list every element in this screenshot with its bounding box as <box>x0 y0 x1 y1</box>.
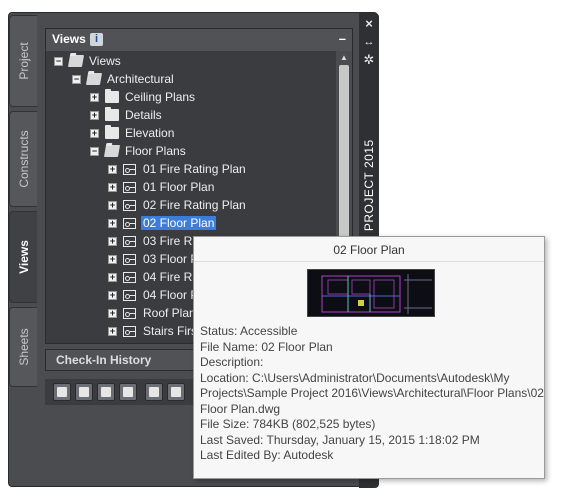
expand-icon[interactable]: + <box>90 129 99 138</box>
folder-icon <box>105 125 119 139</box>
tooltip-detail-line: Floor Plan.dwg <box>200 401 281 416</box>
collapse-node-icon[interactable]: − <box>90 147 99 156</box>
expand-icon[interactable]: + <box>108 273 117 282</box>
view-icon <box>123 164 136 175</box>
view-icon <box>123 308 136 319</box>
tree-row[interactable]: +02 Floor Plan <box>46 215 336 233</box>
folder-open-icon <box>67 55 85 67</box>
collapse-node-icon[interactable]: − <box>54 57 63 66</box>
tree-row[interactable]: +01 Fire Rating Plan <box>46 161 336 179</box>
tree-item-label[interactable]: Ceiling Plans <box>125 90 195 104</box>
tree-row[interactable]: + Details <box>46 107 336 125</box>
tooltip-detail-line: Last Edited By: Autodesk <box>200 448 334 462</box>
autohide-icon[interactable]: ↔ <box>362 35 376 49</box>
view-icon <box>123 182 136 193</box>
tab-sheets-label: Sheets <box>16 328 31 366</box>
tree-row[interactable]: + Elevation <box>46 125 336 143</box>
tree-item-label[interactable]: 01 Fire Rating Plan <box>143 162 246 176</box>
expand-icon[interactable]: + <box>108 327 117 336</box>
tree-item-label[interactable]: Elevation <box>125 126 174 140</box>
tree-item-label[interactable]: 02 Floor Plan <box>141 216 217 230</box>
tooltip-title: 02 Floor Plan <box>333 243 405 257</box>
tree-item-label[interactable]: Roof Plan <box>143 306 196 320</box>
tree-item-label[interactable]: Details <box>125 108 162 122</box>
tooltip-detail-line: File Name: 02 Floor Plan <box>200 339 333 354</box>
regenerate-icon[interactable] <box>97 383 115 401</box>
expand-icon[interactable]: + <box>108 291 117 300</box>
tooltip-detail-line: Description: <box>200 355 264 369</box>
folder-open-icon <box>85 73 103 85</box>
table-icon[interactable] <box>167 383 185 401</box>
tooltip-detail-line: Location: C:\Users\Administrator\Documen… <box>200 370 510 385</box>
tab-constructs-label: Constructs <box>16 130 31 188</box>
tree-item-label[interactable]: 02 Fire Rating Plan <box>143 198 246 212</box>
tree-row[interactable]: − Views <box>46 53 336 71</box>
view-icon <box>123 236 136 247</box>
expand-icon[interactable]: + <box>108 255 117 264</box>
expand-icon[interactable]: + <box>90 93 99 102</box>
expand-icon[interactable]: + <box>90 111 99 120</box>
checkin-history-label: Check-In History <box>56 353 152 367</box>
scroll-thumb[interactable] <box>339 65 349 255</box>
tree-row[interactable]: +01 Floor Plan <box>46 179 336 197</box>
tooltip-detail-line: Projects\Sample Project 2016\Views\Archi… <box>200 386 544 400</box>
close-icon[interactable]: × <box>362 17 376 31</box>
tooltip-detail-line: Status: Accessible <box>200 324 298 338</box>
tree-item-label[interactable]: Architectural <box>107 72 174 86</box>
expand-icon[interactable]: + <box>108 237 117 246</box>
folder-open-icon <box>103 145 121 157</box>
tab-project-label: Project <box>16 42 31 80</box>
view-icon <box>123 218 136 229</box>
collapse-icon[interactable]: – <box>339 31 346 46</box>
views-panel-title: Views <box>52 32 86 46</box>
expand-icon[interactable]: + <box>108 165 117 174</box>
info-icon[interactable]: i <box>90 33 103 46</box>
collapse-node-icon[interactable]: − <box>72 75 81 84</box>
view-icon <box>123 272 136 283</box>
edit-icon[interactable] <box>75 383 93 401</box>
drawing-thumbnail <box>307 269 435 317</box>
expand-icon[interactable]: + <box>108 183 117 192</box>
expand-icon[interactable]: + <box>108 201 117 210</box>
view-icon <box>123 200 136 211</box>
view-icon <box>123 254 136 265</box>
new-view-icon[interactable] <box>53 383 71 401</box>
tab-constructs[interactable]: Constructs <box>9 111 37 207</box>
tooltip-separator <box>194 261 544 262</box>
tooltip-detail-line: Last Saved: Thursday, January 15, 2015 1… <box>200 432 480 447</box>
tree-row[interactable]: − Architectural <box>46 71 336 89</box>
tab-views-label: Views <box>16 240 31 274</box>
tooltip-detail-line: File Size: 784KB (802,525 bytes) <box>200 417 376 431</box>
folder-icon <box>105 89 119 103</box>
tree-item-label[interactable]: 01 Floor Plan <box>143 180 214 194</box>
expand-icon[interactable]: + <box>108 309 117 318</box>
expand-icon[interactable]: + <box>108 219 117 228</box>
tree-item-label[interactable]: Views <box>89 54 121 68</box>
tree-row[interactable]: +02 Fire Rating Plan <box>46 197 336 215</box>
views-panel-header: Views i – <box>46 29 352 51</box>
tab-views[interactable]: Views <box>9 211 37 303</box>
properties-tool-icon[interactable] <box>145 383 163 401</box>
tab-sheets[interactable]: Sheets <box>9 307 37 387</box>
properties-icon[interactable]: ✲ <box>362 53 376 67</box>
file-tooltip: 02 Floor Plan Status: Accessible File Nam… <box>193 236 545 479</box>
folder-icon <box>105 107 119 121</box>
view-icon <box>123 290 136 301</box>
tab-project[interactable]: Project <box>9 15 37 107</box>
view-icon <box>123 326 136 337</box>
tree-item-label[interactable]: Floor Plans <box>125 144 186 158</box>
tree-row[interactable]: + Ceiling Plans <box>46 89 336 107</box>
copy-icon[interactable] <box>119 383 137 401</box>
scroll-up-icon[interactable]: ▲ <box>338 53 350 63</box>
tree-row[interactable]: − Floor Plans <box>46 143 336 161</box>
